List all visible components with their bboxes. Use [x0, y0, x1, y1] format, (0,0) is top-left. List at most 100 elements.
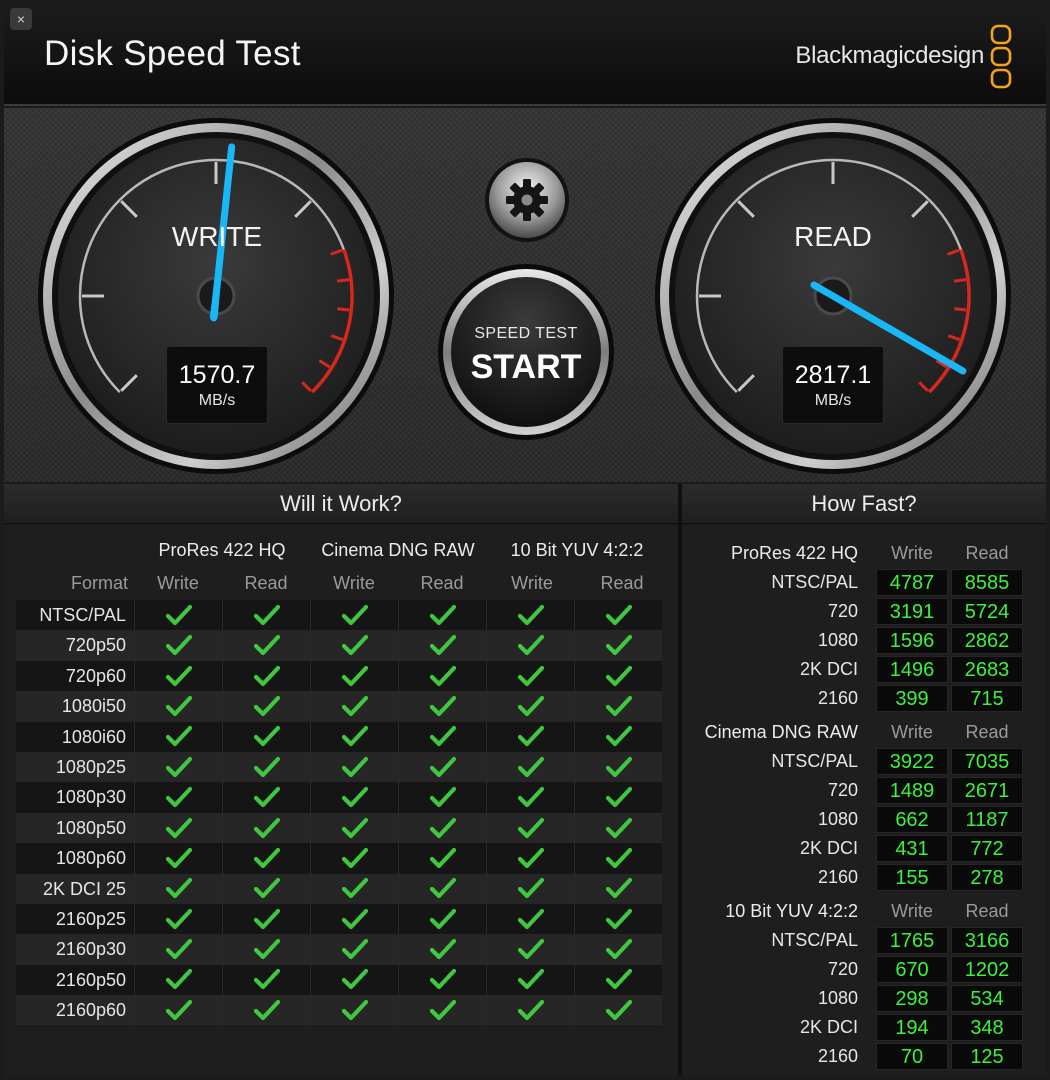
checkmark-icon — [429, 695, 456, 717]
checkmark-icon — [605, 726, 632, 747]
how-fast-read-header: Read — [965, 543, 1009, 563]
table-row: 2K DCI 194 348 — [682, 1013, 1046, 1042]
how-fast-codec-name: 10 Bit YUV 4:2:2 — [725, 901, 858, 921]
compatibility-cell — [310, 903, 398, 935]
checkmark-icon — [605, 665, 632, 686]
compatibility-cell — [574, 660, 662, 692]
how-fast-read-fps: 1202 — [951, 956, 1023, 983]
checkmark-icon — [517, 847, 544, 868]
title-bar: × Disk Speed Test Blackmagicdesign — [4, 4, 1046, 106]
write-speed-unit: MB/s — [198, 392, 236, 409]
compatibility-cell — [486, 721, 574, 752]
table-row: 720p60 — [16, 660, 666, 692]
table-row: 1080i60 — [16, 721, 666, 752]
compatibility-cell — [486, 873, 574, 904]
checkmark-icon — [341, 847, 368, 868]
table-row: 2160 399 715 — [682, 684, 1046, 713]
checkmark-icon — [253, 726, 280, 747]
how-fast-group-header: ProRes 422 HQ Write Read — [682, 538, 1046, 568]
compatibility-cell — [134, 903, 222, 935]
compatibility-cell — [574, 782, 662, 813]
compatibility-cell — [574, 812, 662, 844]
settings-button[interactable] — [484, 157, 570, 243]
checkmark-icon — [517, 665, 544, 686]
how-fast-read-fps: 534 — [951, 985, 1023, 1012]
checkmark-icon — [253, 635, 280, 656]
checkmark-icon — [165, 635, 192, 656]
app-title: Disk Speed Test — [44, 34, 301, 73]
gauge-redline-tick — [337, 307, 350, 312]
checkmark-icon — [605, 787, 632, 808]
how-fast-write-fps: 3922 — [876, 748, 948, 775]
compatibility-cell — [486, 600, 574, 631]
checkmark-icon — [429, 787, 456, 808]
checkmark-icon — [253, 756, 280, 777]
compatibility-cell — [574, 751, 662, 783]
format-cell: 1080p50 — [16, 812, 134, 844]
checkmark-icon — [253, 908, 280, 929]
compatibility-cell — [398, 751, 486, 783]
how-fast-format: 720 — [827, 959, 858, 979]
how-fast-read-fps: 125 — [951, 1043, 1023, 1070]
compatibility-cell — [134, 995, 222, 1026]
compatibility-cell — [398, 903, 486, 935]
checkmark-icon — [429, 878, 456, 899]
compatibility-cell — [574, 995, 662, 1026]
compatibility-cell — [398, 600, 486, 631]
how-fast-group-header: 10 Bit YUV 4:2:2 Write Read — [682, 896, 1046, 926]
how-fast-read-fps: 7035 — [951, 748, 1023, 775]
compatibility-cell — [310, 630, 398, 661]
compatibility-cell — [310, 934, 398, 965]
compatibility-cell — [574, 721, 662, 752]
checkmark-icon — [429, 817, 456, 838]
checkmark-icon — [253, 787, 280, 808]
how-fast-group: 10 Bit YUV 4:2:2 Write Read NTSC/PAL 1765 316… — [682, 896, 1046, 1071]
compatibility-cell — [486, 660, 574, 692]
how-fast-format: 2160 — [817, 867, 858, 887]
checkmark-icon — [165, 938, 192, 960]
compatibility-cell — [398, 934, 486, 965]
table-row: 1080p50 — [16, 812, 666, 844]
table-row: 2160p50 — [16, 964, 666, 996]
checkmark-icon — [605, 695, 632, 717]
how-fast-write-header: Write — [891, 543, 933, 563]
gauge-redline-tick — [954, 307, 967, 312]
checkmark-icon — [429, 938, 456, 960]
checkmark-icon — [165, 604, 192, 625]
how-fast-write-header: Write — [891, 901, 933, 921]
gauge-redline-tick — [953, 278, 967, 283]
compatibility-cell — [398, 964, 486, 996]
checkmark-icon — [165, 726, 192, 747]
checkmark-icon — [253, 999, 280, 1020]
format-column-header: Format — [70, 573, 128, 593]
gear-icon[interactable] — [506, 179, 548, 221]
checkmark-icon — [429, 756, 456, 777]
how-fast-format: NTSC/PAL — [771, 572, 858, 592]
checkmark-icon — [165, 787, 192, 808]
speed-test-caption[interactable]: SPEED TEST — [437, 325, 615, 343]
compatibility-cell — [134, 751, 222, 783]
read-speed-value: 2817.1 — [794, 361, 872, 389]
compatibility-cell — [310, 751, 398, 783]
checkmark-icon — [517, 999, 544, 1020]
how-fast-read-fps: 3166 — [951, 927, 1023, 954]
how-fast-read-fps: 715 — [951, 685, 1023, 712]
compatibility-cell — [222, 903, 310, 935]
compatibility-cell — [310, 995, 398, 1026]
compatibility-cell — [134, 964, 222, 996]
compatibility-cell — [486, 964, 574, 996]
compatibility-cell — [310, 691, 398, 722]
table-row: NTSC/PAL — [16, 600, 666, 631]
checkmark-icon — [341, 969, 368, 990]
close-button[interactable]: × — [10, 8, 32, 30]
how-fast-write-fps: 155 — [876, 864, 948, 891]
how-fast-read-header: Read — [965, 722, 1009, 742]
close-icon[interactable]: × — [17, 11, 25, 27]
start-label[interactable]: START — [437, 348, 615, 387]
checkmark-icon — [605, 817, 632, 838]
compatibility-cell — [134, 934, 222, 965]
compatibility-cell — [310, 660, 398, 692]
brand-name: Blackmagicdesign — [795, 42, 984, 69]
checkmark-icon — [429, 726, 456, 747]
compatibility-cell — [134, 843, 222, 874]
